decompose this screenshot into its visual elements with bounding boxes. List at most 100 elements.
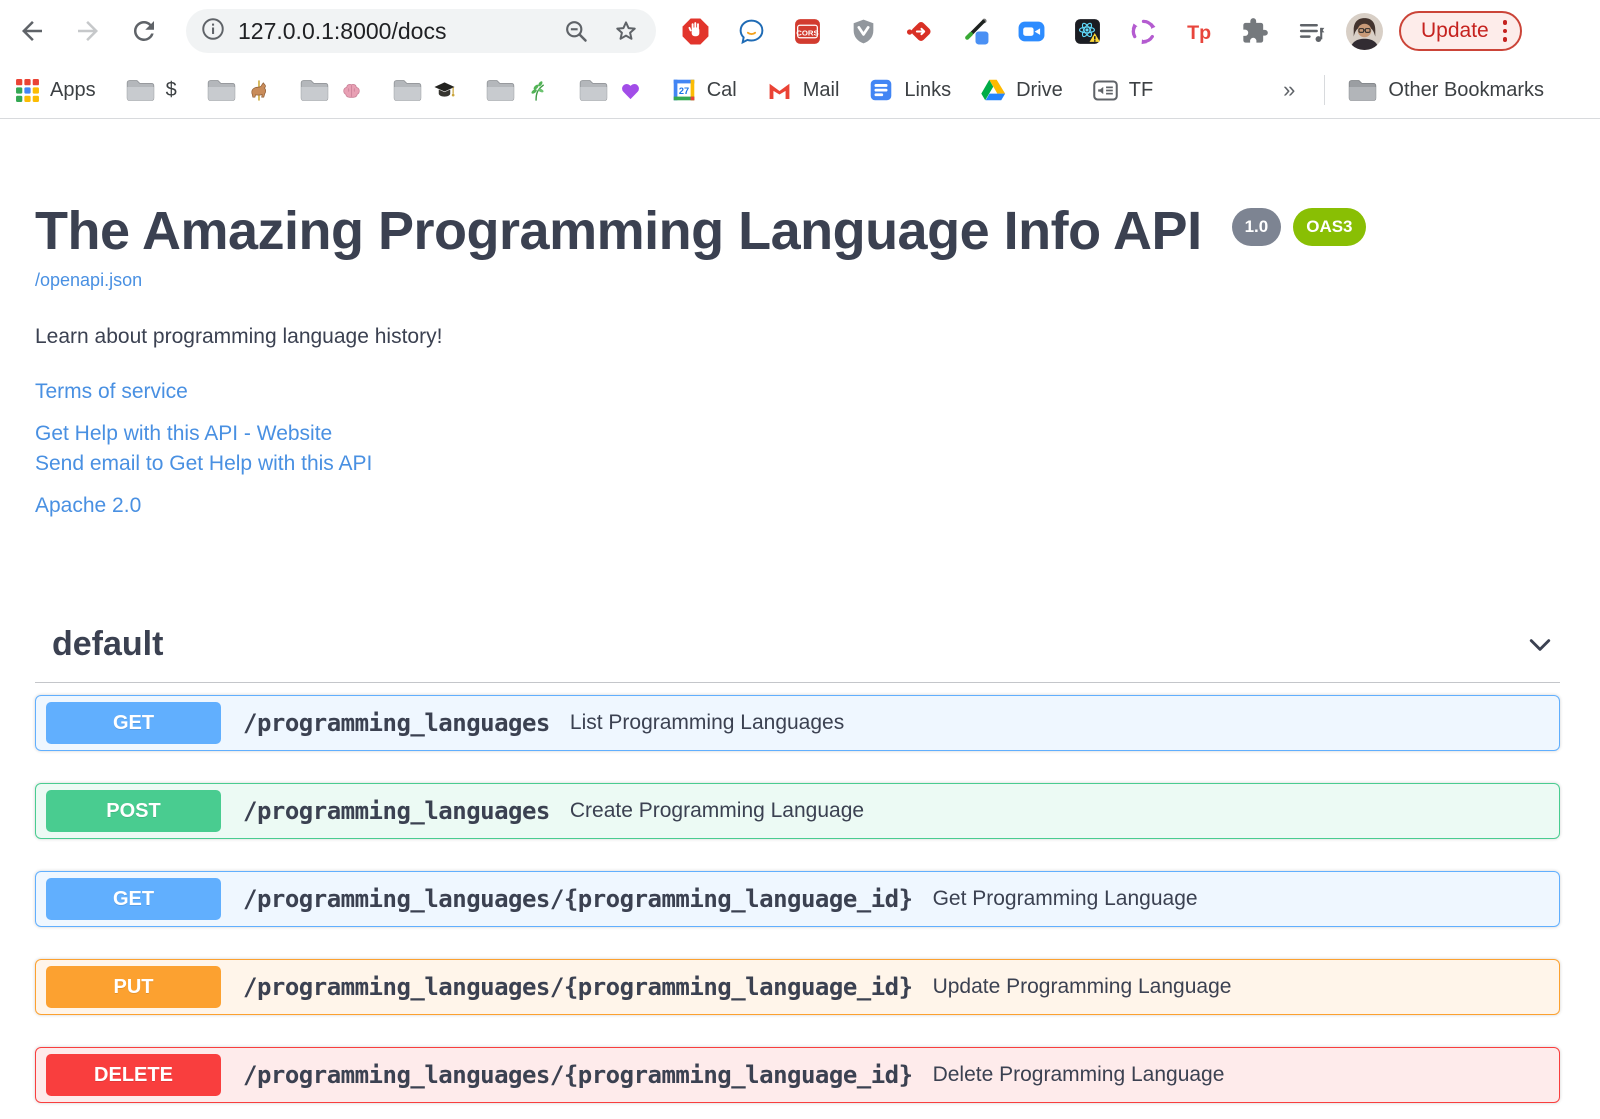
bookmark-apps[interactable]: Apps: [15, 78, 96, 103]
bookmark-label: Apps: [50, 78, 96, 101]
bookmark-label: TF: [1128, 78, 1154, 101]
bookmarks-divider: [1324, 75, 1326, 105]
chat-bubble-icon[interactable]: [736, 16, 766, 46]
svg-text:CORS: CORS: [796, 28, 818, 37]
swagger-docs-page: The Amazing Programming Language Info AP…: [0, 201, 1600, 1104]
folder-icon: [578, 78, 609, 103]
email-link[interactable]: Send email to Get Help with this API: [35, 449, 1560, 479]
version-badge: 1.0: [1231, 208, 1282, 246]
api-title-row: The Amazing Programming Language Info AP…: [35, 201, 1560, 261]
website-link[interactable]: Get Help with this API - Website: [35, 419, 1560, 449]
folder-icon: [485, 78, 516, 103]
terms-of-service-link[interactable]: Terms of service: [35, 377, 1560, 407]
oas3-badge: OAS3: [1293, 208, 1366, 246]
operation-row-get-one[interactable]: GET /programming_languages/{programming_…: [35, 871, 1560, 928]
cors-icon[interactable]: CORS: [792, 16, 822, 46]
page-title: The Amazing Programming Language Info AP…: [35, 201, 1202, 261]
method-badge[interactable]: POST: [46, 790, 221, 833]
openapi-spec-link[interactable]: /openapi.json: [35, 270, 142, 291]
other-bookmarks[interactable]: Other Bookmarks: [1347, 78, 1544, 103]
bookmark-tf[interactable]: TF: [1092, 77, 1153, 104]
bookmark-label: Other Bookmarks: [1388, 78, 1544, 101]
reload-icon[interactable]: [126, 13, 162, 49]
back-icon[interactable]: [14, 13, 50, 49]
method-badge[interactable]: DELETE: [46, 1054, 221, 1097]
bookmark-folder-brain[interactable]: [299, 78, 363, 103]
endpoint-summary: Update Programming Language: [932, 975, 1232, 999]
links-list-icon: [868, 77, 894, 103]
operation-row-get-list[interactable]: GET /programming_languages List Programm…: [35, 695, 1560, 752]
graduation-cap-icon: [433, 79, 456, 102]
folder-icon: [125, 78, 156, 103]
endpoint-path: /programming_languages/{programming_lang…: [243, 885, 913, 914]
brain-icon: [340, 79, 363, 102]
chevron-down-icon[interactable]: [1525, 630, 1555, 660]
zoom-video-icon[interactable]: [1016, 16, 1046, 46]
announcement-icon: [1092, 77, 1119, 104]
adblock-icon[interactable]: [680, 16, 710, 46]
api-info-links: Terms of service Get Help with this API …: [35, 377, 1560, 521]
site-info-icon[interactable]: [200, 16, 226, 47]
puzzle-icon[interactable]: [1240, 16, 1270, 46]
eyedropper-icon[interactable]: [960, 16, 990, 46]
bookmark-mail[interactable]: Mail: [766, 77, 839, 104]
google-drive-icon: [980, 78, 1006, 102]
license-link[interactable]: Apache 2.0: [35, 491, 1560, 521]
method-badge[interactable]: GET: [46, 702, 221, 745]
endpoint-path: /programming_languages/{programming_lang…: [243, 973, 913, 1002]
bookmark-calendar[interactable]: 27 Cal: [671, 77, 737, 103]
endpoint-summary: Get Programming Language: [932, 887, 1198, 911]
bookmark-label: Links: [904, 78, 952, 101]
tp-icon[interactable]: Tp: [1184, 16, 1214, 46]
svg-text:Tp: Tp: [1187, 21, 1211, 43]
operation-row-put-update[interactable]: PUT /programming_languages/{programming_…: [35, 959, 1560, 1016]
endpoint-summary: Delete Programming Language: [932, 1063, 1225, 1087]
bookmark-drive[interactable]: Drive: [980, 78, 1063, 102]
browser-toolbar: 127.0.0.1:8000/docs CORS Tp Update: [0, 0, 1600, 62]
folder-icon: [299, 78, 330, 103]
bookmark-links[interactable]: Links: [868, 77, 951, 103]
react-devtools-icon[interactable]: [1072, 16, 1102, 46]
folder-icon: [392, 78, 423, 103]
bookmark-folder-carousel-horse[interactable]: [206, 78, 270, 103]
bookmark-label: Cal: [706, 78, 737, 101]
bookmark-folder-herb[interactable]: [485, 78, 549, 103]
endpoint-path: /programming_languages/{programming_lang…: [243, 1061, 913, 1090]
red-arrow-icon[interactable]: [904, 16, 934, 46]
url-text[interactable]: 127.0.0.1:8000/docs: [238, 18, 563, 45]
operations-list: GET /programming_languages List Programm…: [35, 695, 1560, 1104]
endpoint-path: /programming_languages: [243, 709, 550, 738]
bookmark-folder-dollar[interactable]: $: [125, 78, 177, 103]
endpoint-summary: Create Programming Language: [569, 799, 865, 823]
svg-text:27: 27: [679, 86, 689, 96]
update-button[interactable]: Update: [1399, 11, 1523, 51]
bookmarks-overflow-chevron[interactable]: »: [1283, 77, 1295, 103]
bookmark-folder-graduation-cap[interactable]: [392, 78, 456, 103]
section-header-default[interactable]: default: [35, 625, 1560, 684]
operation-row-post-create[interactable]: POST /programming_languages Create Progr…: [35, 783, 1560, 840]
carousel-horse-icon: [247, 79, 270, 102]
playlist-icon[interactable]: [1296, 16, 1326, 46]
method-badge[interactable]: GET: [46, 878, 221, 921]
shield-icon[interactable]: [848, 16, 878, 46]
api-description: Learn about programming language history…: [35, 325, 443, 349]
gmail-icon: [766, 77, 793, 104]
method-badge[interactable]: PUT: [46, 966, 221, 1009]
browser-menu-icon[interactable]: [1502, 18, 1508, 44]
extensions-row: CORS Tp: [680, 16, 1326, 46]
bookmark-label: Drive: [1016, 78, 1063, 101]
recycle-icon[interactable]: [1128, 16, 1158, 46]
bookmark-folder-purple-heart[interactable]: [578, 78, 642, 103]
bookmark-label: $: [165, 78, 177, 101]
operation-row-delete[interactable]: DELETE /programming_languages/{programmi…: [35, 1047, 1560, 1104]
endpoint-summary: List Programming Languages: [569, 711, 845, 735]
profile-avatar[interactable]: [1346, 12, 1383, 50]
bookmark-star-icon[interactable]: [612, 17, 640, 45]
address-bar[interactable]: 127.0.0.1:8000/docs: [186, 9, 656, 53]
forward-icon[interactable]: [70, 13, 106, 49]
herb-icon: [526, 79, 549, 102]
folder-icon: [206, 78, 237, 103]
api-badges: 1.0 OAS3: [1220, 208, 1366, 246]
purple-heart-icon: [619, 79, 642, 102]
zoom-out-icon[interactable]: [563, 18, 590, 45]
